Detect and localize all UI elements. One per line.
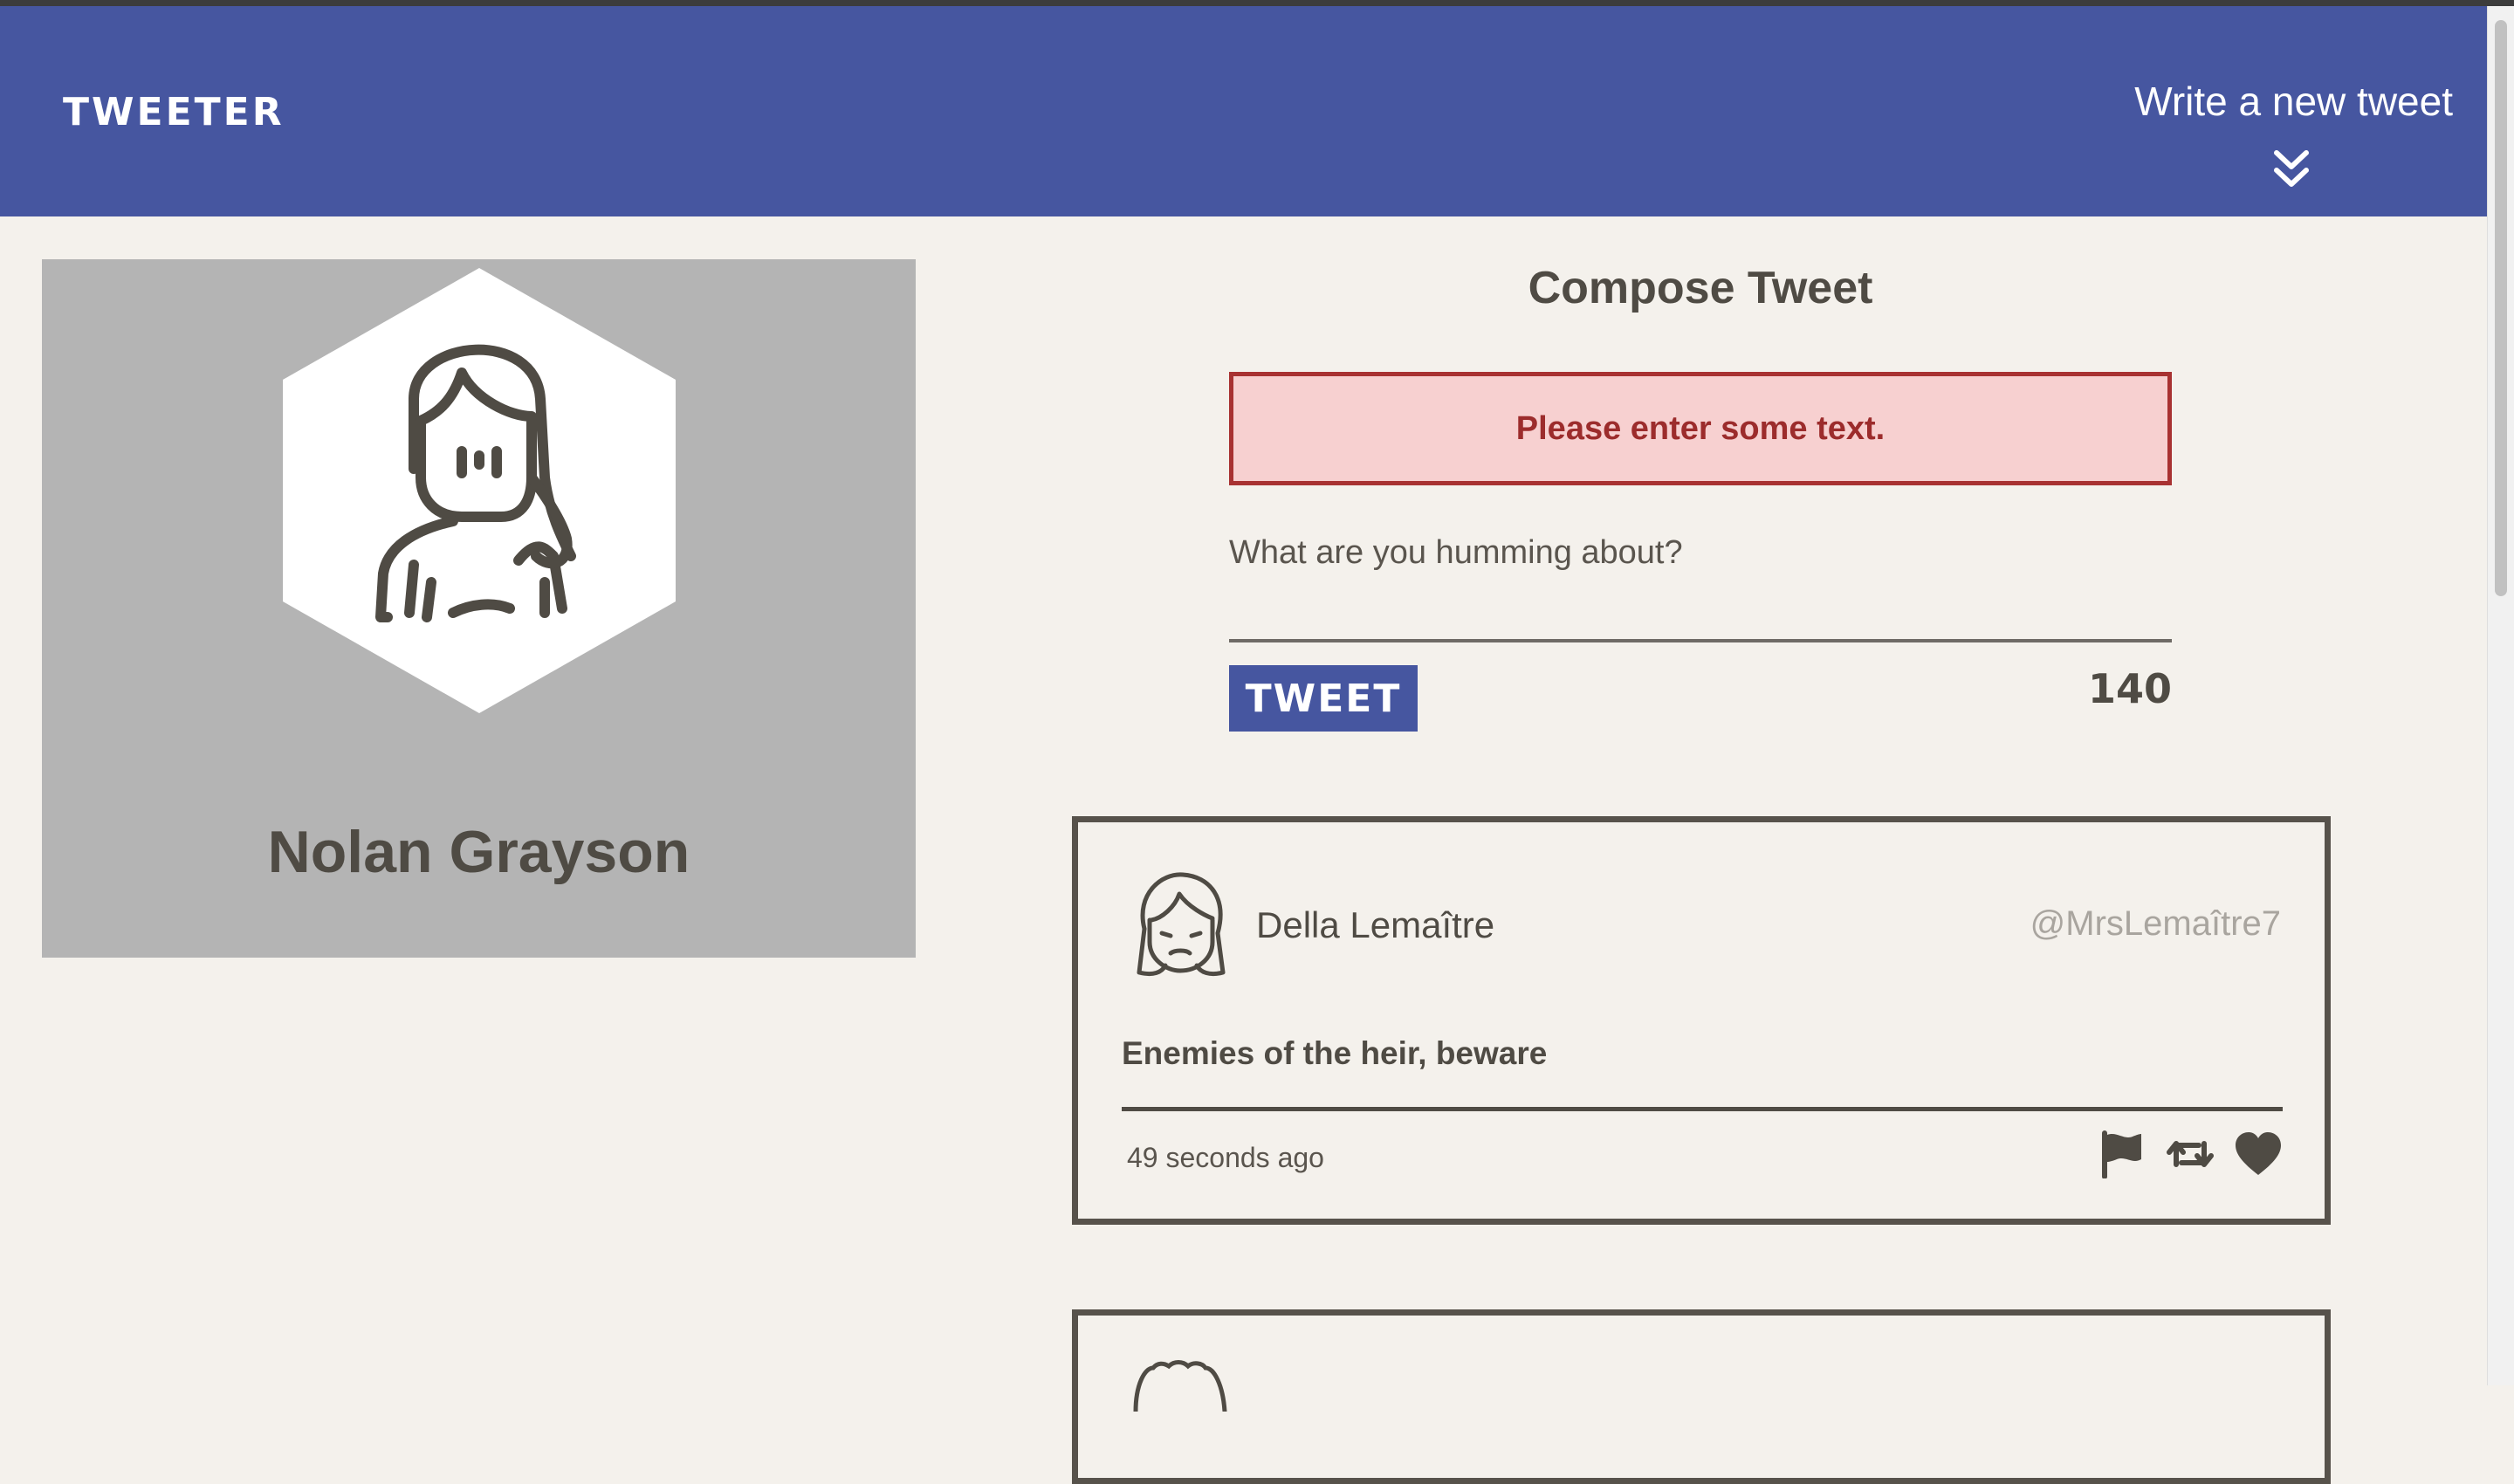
author-avatar-icon [1133,1360,1227,1412]
tweet-divider [1122,1107,2283,1111]
profile-name: Nolan Grayson [267,819,690,885]
tweet-card [1072,1309,2331,1484]
tweet-input[interactable] [1229,534,2172,642]
profile-card: Nolan Grayson [42,259,916,958]
heart-icon[interactable] [2234,1130,2283,1178]
retweet-icon[interactable] [2166,1130,2215,1178]
page-scrollbar[interactable] [2487,6,2514,1385]
user-avatar-icon [283,268,676,713]
window-top-edge [0,0,2514,6]
navbar: TWEETER Write a new tweet [0,6,2488,216]
tweet-handle: @MrsLemaître7 [2030,904,2281,943]
tweet-timestamp: 49 seconds ago [1127,1142,1324,1173]
tweet-submit-button[interactable]: TWEET [1229,665,1418,732]
tweet-author: Della Lemaître [1256,904,1495,945]
char-counter: 140 [2087,665,2172,712]
author-avatar-icon [1137,872,1226,977]
tweet-actions [2098,1130,2283,1182]
flag-icon[interactable] [2098,1130,2147,1178]
write-tweet-label[interactable]: Write a new tweet [2086,78,2453,125]
compose-title: Compose Tweet [1528,263,1873,313]
scrollbar-thumb[interactable] [2495,20,2507,596]
brand-logo[interactable]: TWEETER [63,90,285,134]
error-message: Please enter some text. [1229,372,2172,485]
write-tweet-toggle[interactable]: Write a new tweet [2086,78,2453,200]
tweet-body: Enemies of the heir, beware [1122,1035,1548,1071]
double-chevron-down-icon[interactable] [2270,148,2313,191]
tweet-card: Della Lemaître @MrsLemaître7 Enemies of … [1072,816,2331,1225]
